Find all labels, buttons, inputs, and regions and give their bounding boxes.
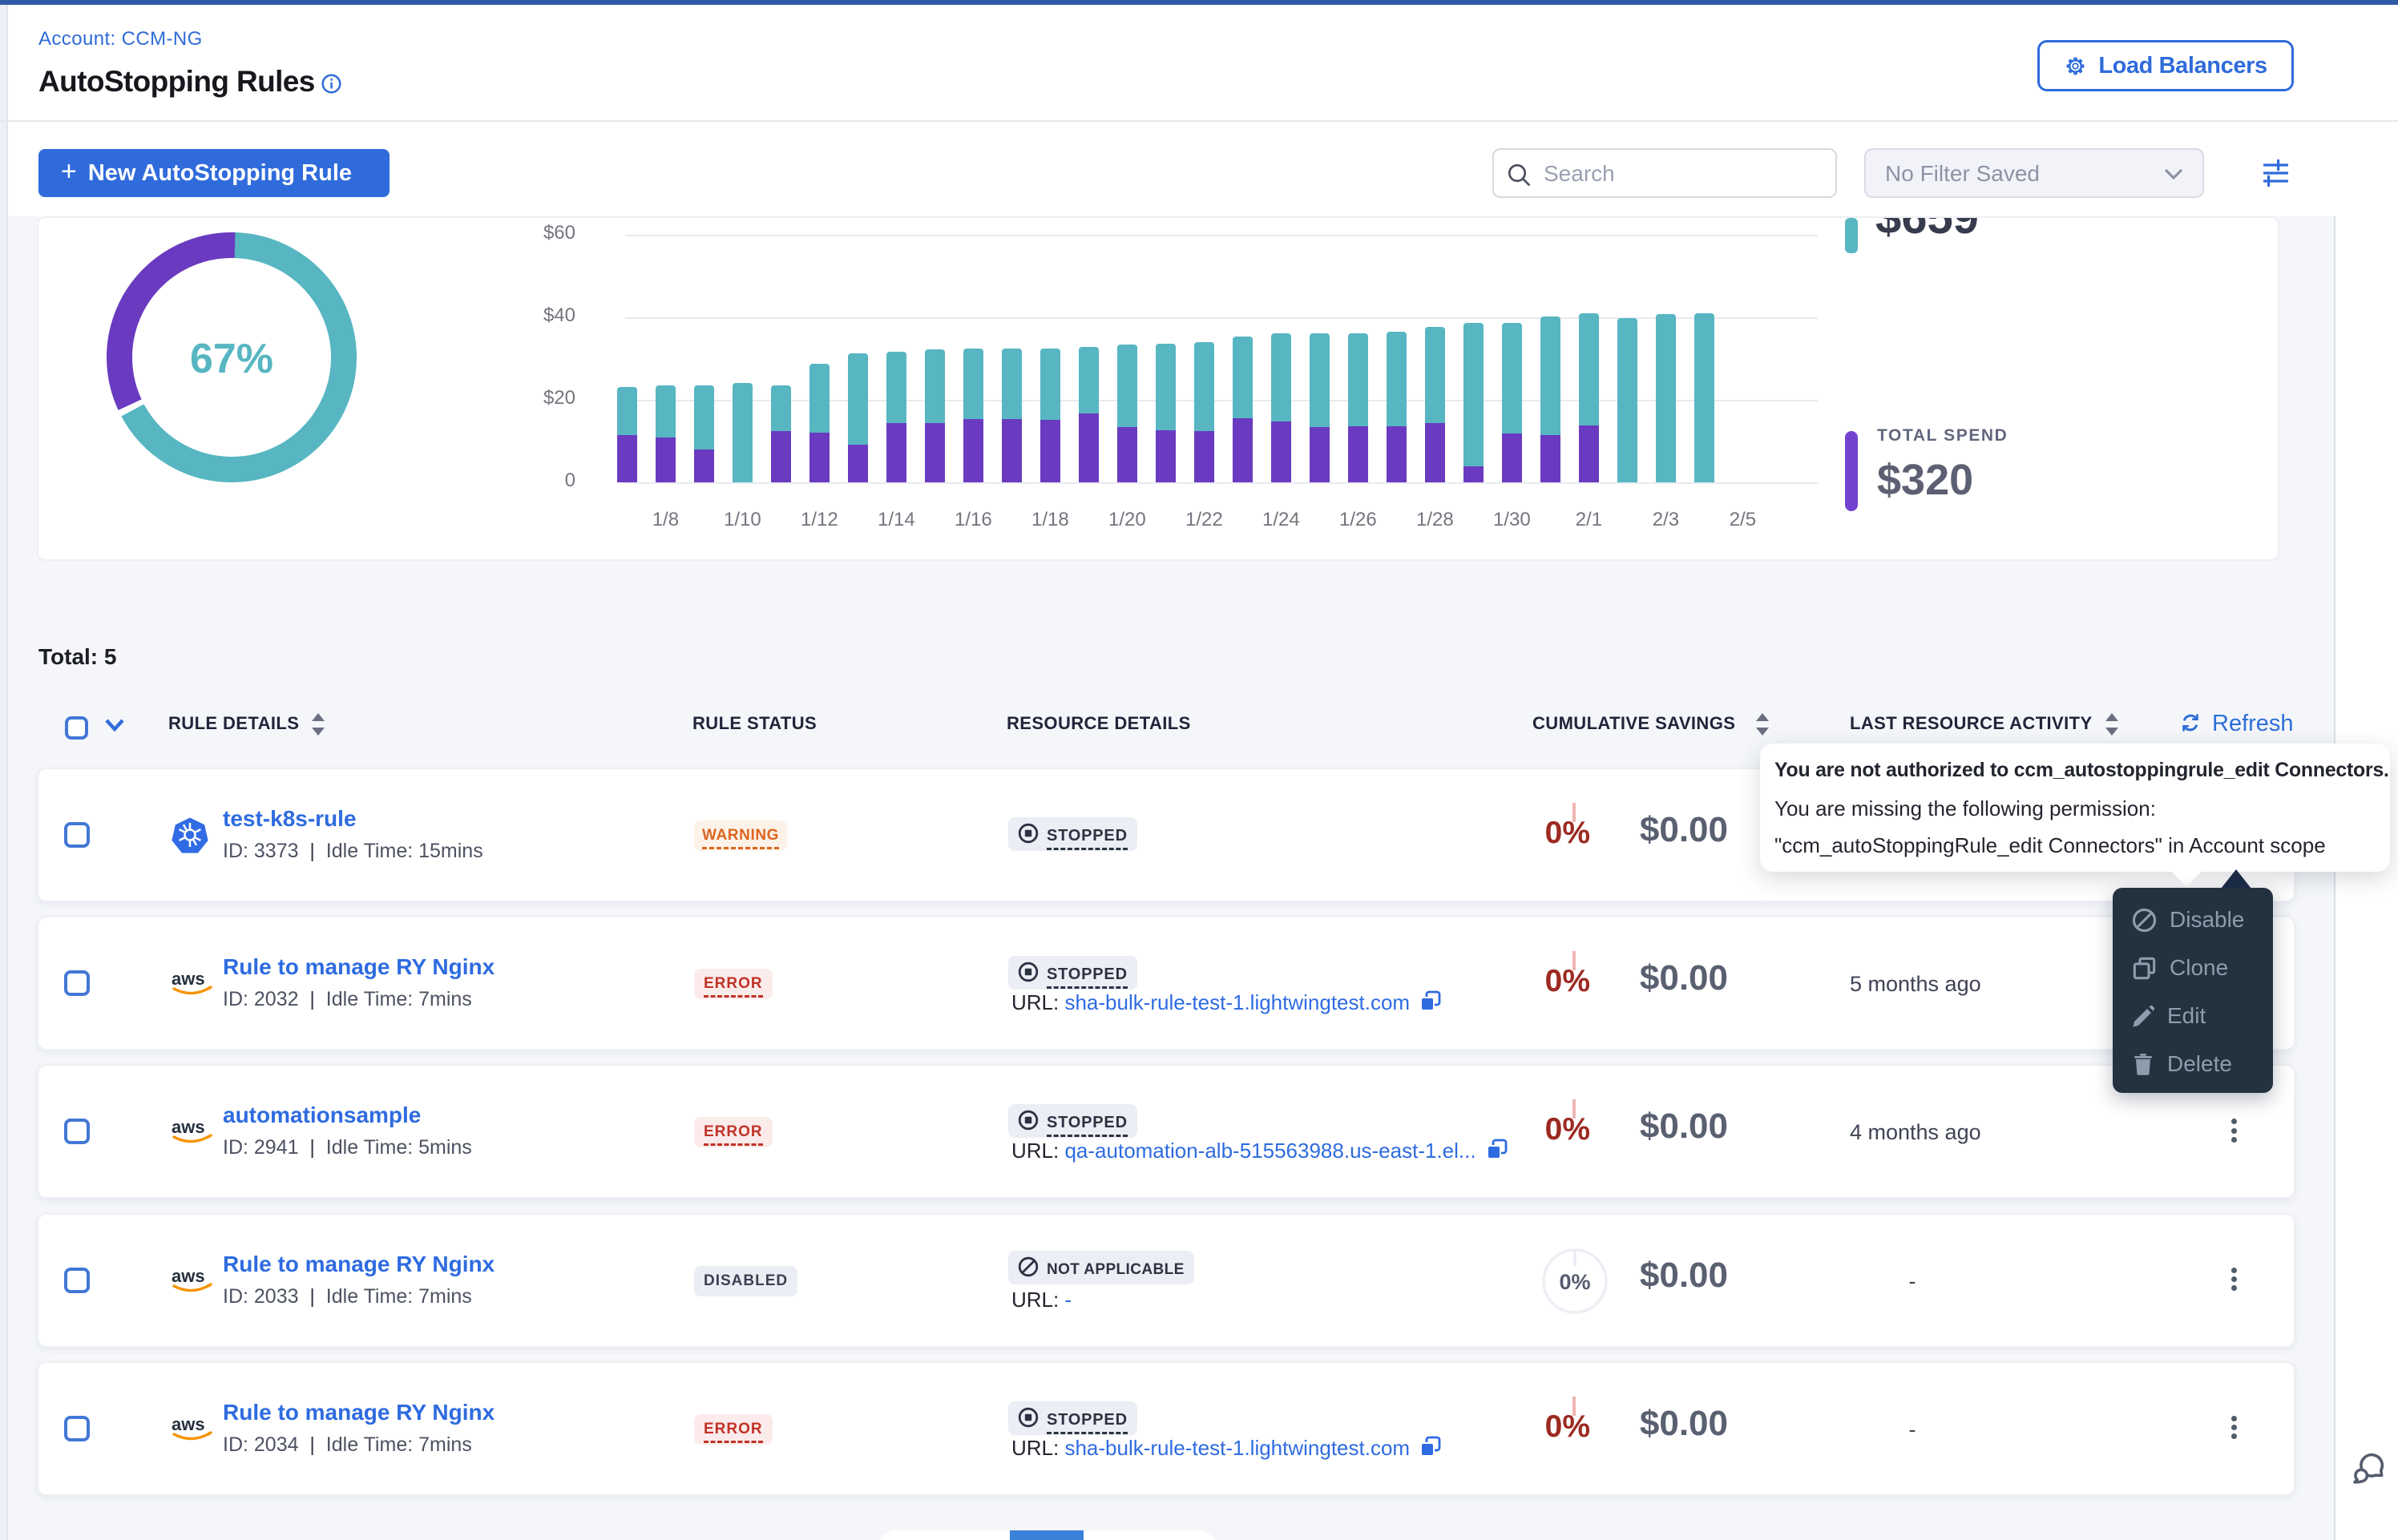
svg-text:aws: aws [172, 1117, 205, 1137]
svg-text:aws: aws [172, 969, 205, 989]
svg-text:aws: aws [172, 1266, 205, 1286]
svg-text:aws: aws [172, 1414, 205, 1434]
